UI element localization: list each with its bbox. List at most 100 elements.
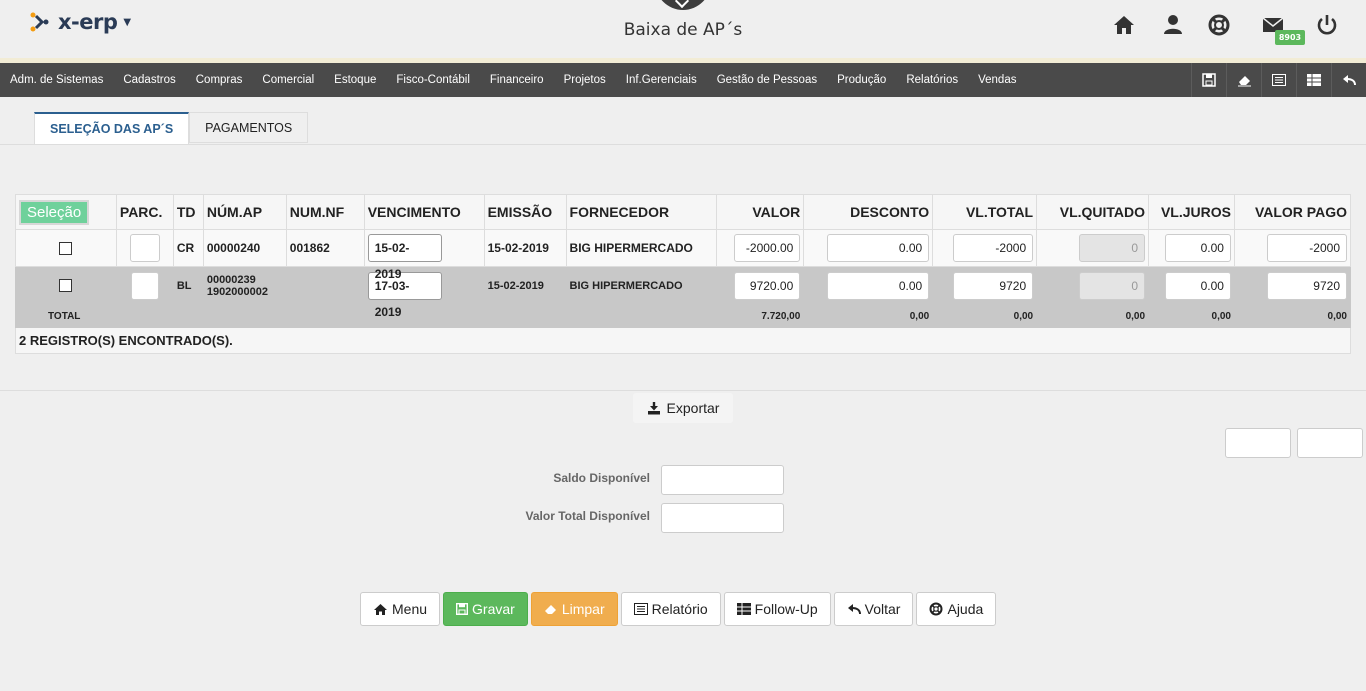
lifebuoy-icon[interactable] (1206, 12, 1232, 38)
aux-button-2[interactable] (1297, 428, 1363, 458)
valor-total-disponivel-field[interactable] (661, 503, 784, 533)
gravar-label: Gravar (472, 601, 515, 617)
col-parc: PARC. (115, 194, 174, 230)
home-icon[interactable] (1111, 12, 1137, 38)
nav-item-compras[interactable]: Compras (186, 63, 253, 97)
followup-button[interactable]: Follow-Up (723, 592, 831, 626)
nav-item-relatorios[interactable]: Relatórios (896, 63, 968, 97)
gravar-button[interactable]: Gravar (443, 592, 528, 626)
tab-pagamentos[interactable]: PAGAMENTOS (189, 112, 309, 143)
aux-button-1[interactable] (1225, 428, 1291, 458)
total-vl-juros: 0,00 (1148, 304, 1235, 328)
desconto-cell: 0.00 (803, 229, 934, 267)
export-button[interactable]: Exportar (633, 393, 733, 423)
chevron-down-icon[interactable]: ▼ (123, 17, 131, 28)
limpar-button[interactable]: Limpar (530, 592, 618, 626)
vl-total-input[interactable]: -2000 (953, 234, 1034, 262)
nav-item-adm-sistemas[interactable]: Adm. de Sistemas (0, 63, 113, 97)
collapse-toggle[interactable] (655, 0, 711, 10)
num-ap-line-1: 00000239 (206, 273, 256, 286)
vencimento-input[interactable]: 15-02-2019 (367, 234, 442, 281)
power-icon[interactable] (1314, 12, 1340, 38)
nav-item-cadastros[interactable]: Cadastros (113, 63, 185, 97)
nav-clear-button[interactable] (1226, 63, 1261, 97)
row-checkbox[interactable] (59, 279, 73, 292)
vl-quitado-cell: 0 (1036, 229, 1150, 267)
vl-total-input[interactable]: 9720 (953, 271, 1034, 300)
num-ap-cell: 00000240 (202, 229, 287, 267)
menu-button[interactable]: Menu (360, 592, 441, 626)
menu-label: Menu (392, 601, 428, 617)
desconto-input[interactable]: 0.00 (827, 271, 930, 300)
fornecedor-cell: BIG HIPERMERCADO (565, 229, 718, 267)
nav-item-projetos[interactable]: Projetos (554, 63, 616, 97)
save-icon (456, 603, 469, 615)
total-valor: 7.720,00 (716, 304, 805, 328)
user-icon[interactable] (1160, 12, 1186, 38)
records-found-text: 2 REGISTRO(S) ENCONTRADO(S). (15, 327, 1351, 354)
app-logo[interactable]: x-erp ▼ (30, 10, 131, 34)
parc-input[interactable] (129, 234, 160, 262)
vl-quitado-cell: 0 (1036, 266, 1150, 305)
nav-item-producao[interactable]: Produção (827, 63, 896, 97)
col-valor-pago: VALOR PAGO (1233, 194, 1352, 230)
vl-total-cell: -2000 (932, 229, 1038, 267)
table-row: CR 00000240 001862 15-02-2019 15-02-2019… (15, 229, 1352, 281)
table-icon (736, 603, 751, 615)
valor-pago-cell: 9720 (1233, 266, 1352, 305)
nav-item-financeiro[interactable]: Financeiro (480, 63, 554, 97)
vencimento-cell: 17-03-2019 (363, 266, 485, 319)
desconto-input[interactable]: 0.00 (827, 234, 930, 262)
valor-input[interactable]: 9720.00 (734, 271, 801, 300)
main-nav: Adm. de Sistemas Cadastros Compras Comer… (0, 63, 1366, 97)
valor-pago-input[interactable]: 9720 (1267, 271, 1347, 300)
col-num-nf: NUM.NF (285, 194, 365, 230)
tab-selecao-aps[interactable]: SELEÇÃO DAS AP´S (34, 112, 190, 144)
relatorio-label: Relatório (651, 601, 708, 617)
nav-item-comercial[interactable]: Comercial (252, 63, 324, 97)
nav-item-gestao-pessoas[interactable]: Gestão de Pessoas (707, 63, 827, 97)
desconto-cell: 0.00 (803, 266, 934, 305)
nav-item-vendas[interactable]: Vendas (968, 63, 1026, 97)
row-select-cell (15, 266, 117, 305)
table-row: BL 00000239 1902000002 17-03-2019 15-02-… (15, 266, 1352, 319)
nav-back-button[interactable] (1331, 63, 1366, 97)
nav-report-button[interactable] (1261, 63, 1296, 97)
nav-item-inf-gerenciais[interactable]: Inf.Gerenciais (616, 63, 707, 97)
row-checkbox[interactable] (59, 241, 73, 255)
nav-followup-button[interactable] (1296, 63, 1331, 97)
num-ap-line-2: 1902000002 (206, 285, 269, 298)
table-icon (1307, 74, 1321, 86)
vl-juros-input[interactable]: 0.00 (1164, 234, 1231, 262)
tabs-divider (0, 144, 1366, 145)
td-cell: BL (172, 266, 204, 305)
nav-save-button[interactable] (1191, 63, 1226, 97)
vencimento-cell: 15-02-2019 (363, 229, 485, 281)
total-vl-quitado: 0,00 (1036, 304, 1150, 328)
parc-input[interactable] (130, 271, 159, 300)
col-vl-quitado: VL.QUITADO (1036, 194, 1150, 230)
eraser-icon (1237, 76, 1251, 87)
tab-bar: SELEÇÃO DAS AP´S PAGAMENTOS (34, 112, 309, 144)
num-ap-cell: 00000239 1902000002 (202, 266, 287, 305)
relatorio-button[interactable]: Relatório (620, 592, 721, 626)
vl-quitado-input: 0 (1079, 234, 1146, 262)
vl-juros-cell: 0.00 (1148, 266, 1235, 305)
vl-juros-input[interactable]: 0.00 (1164, 271, 1231, 300)
nav-item-fisco-contabil[interactable]: Fisco-Contábil (386, 63, 480, 97)
col-desconto: DESCONTO (803, 194, 934, 230)
valor-pago-input[interactable]: -2000 (1267, 234, 1347, 262)
ajuda-button[interactable]: Ajuda (916, 592, 997, 626)
nav-item-estoque[interactable]: Estoque (324, 63, 386, 97)
home-icon (374, 603, 387, 615)
select-all-button[interactable]: Seleção (19, 199, 90, 225)
list-icon (1272, 74, 1286, 86)
vl-total-cell: 9720 (932, 266, 1038, 305)
vencimento-input[interactable]: 17-03-2019 (367, 271, 442, 319)
valor-input[interactable]: -2000.00 (734, 234, 801, 262)
download-icon (647, 402, 660, 415)
limpar-label: Limpar (561, 601, 605, 617)
fornecedor-cell: BIG HIPERMERCADO (565, 266, 718, 305)
voltar-button[interactable]: Voltar (833, 592, 914, 626)
saldo-disponivel-field[interactable] (661, 465, 784, 495)
